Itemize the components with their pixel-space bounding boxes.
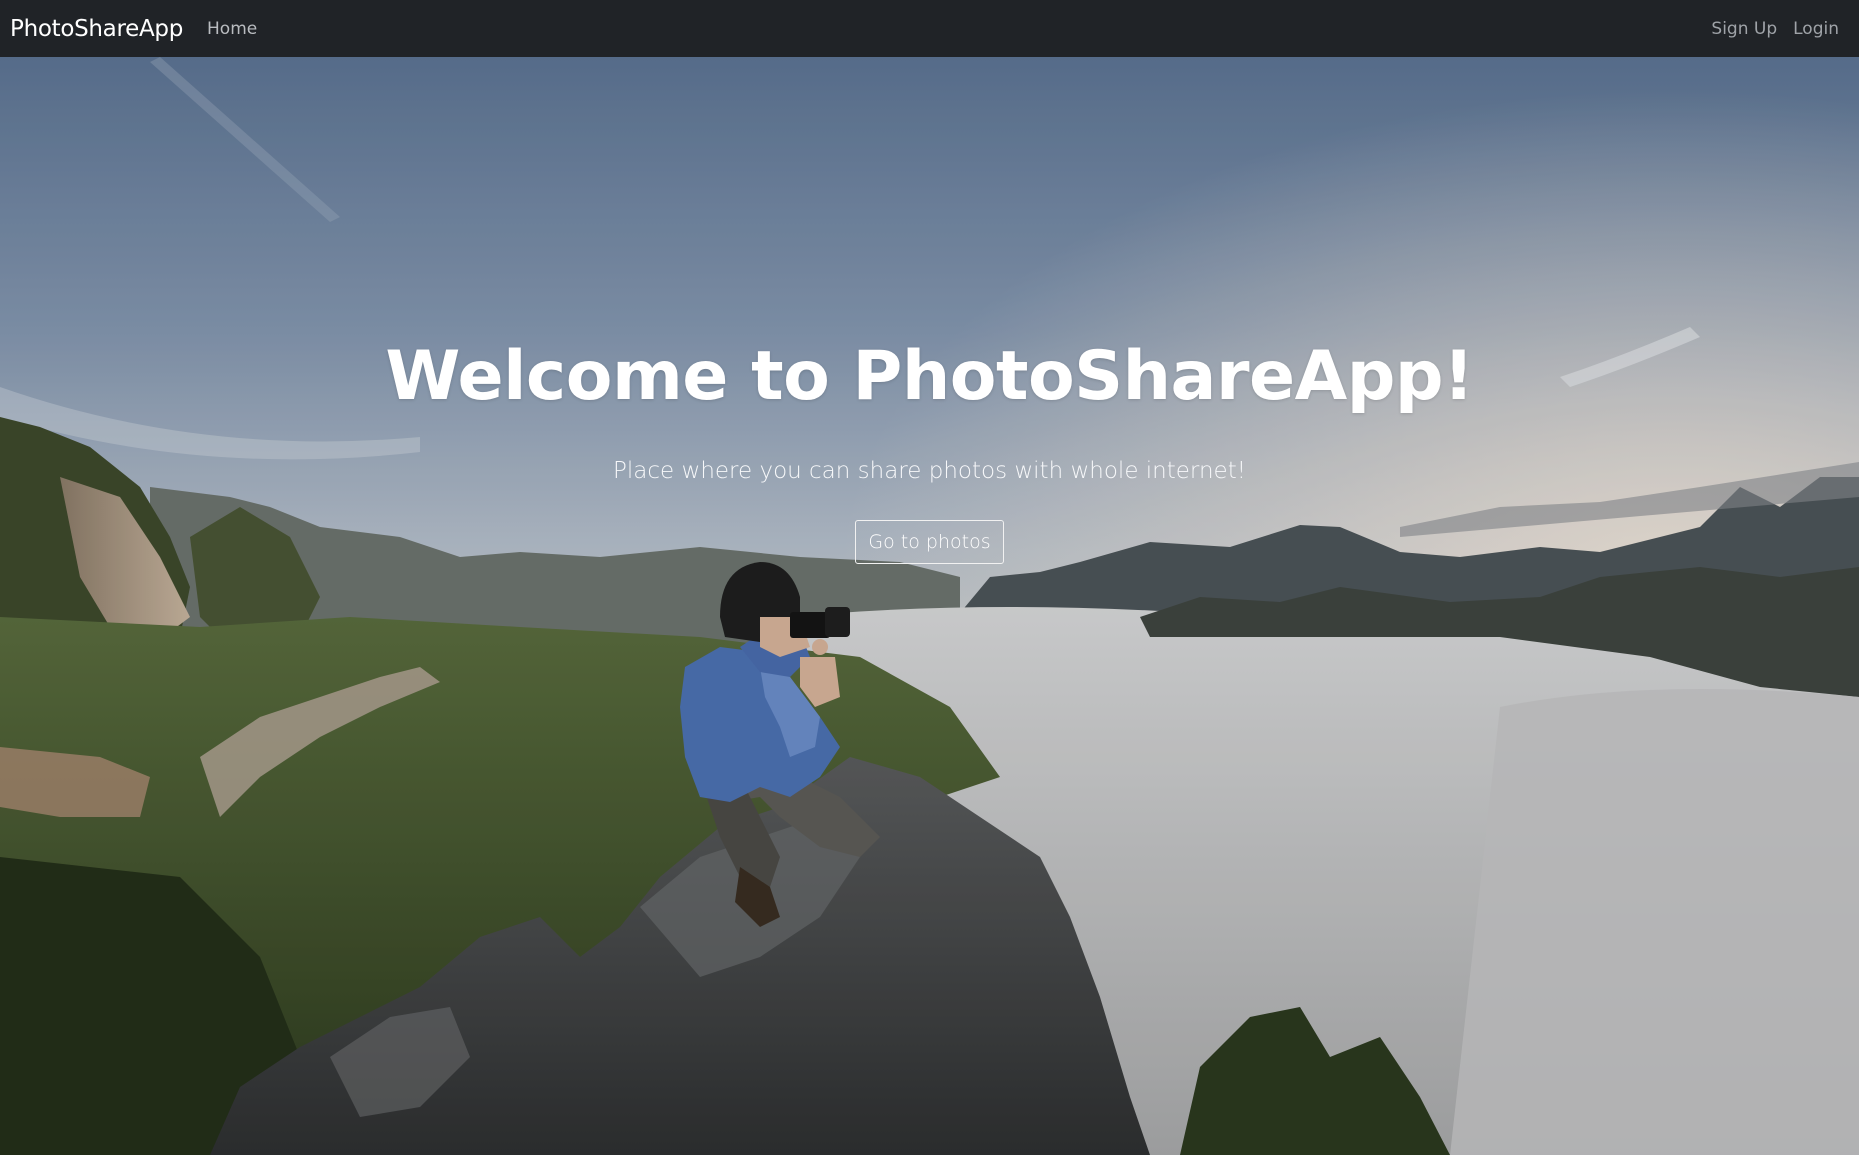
hero-background-image xyxy=(0,57,1859,1155)
nav-signup-link[interactable]: Sign Up xyxy=(1711,19,1777,39)
nav-login-link[interactable]: Login xyxy=(1793,19,1839,39)
go-to-photos-button[interactable]: Go to photos xyxy=(855,520,1004,564)
brand-link[interactable]: PhotoShareApp xyxy=(10,16,183,42)
nav-right-group: Sign Up Login xyxy=(1711,19,1849,39)
page: PhotoShareApp Home Sign Up Login Welcome… xyxy=(0,0,1859,1155)
hero-section: Welcome to PhotoShareApp! Place where yo… xyxy=(0,57,1859,1155)
hero-content: Welcome to PhotoShareApp! Place where yo… xyxy=(0,337,1859,564)
hero-title: Welcome to PhotoShareApp! xyxy=(385,337,1474,416)
hero-subtitle: Place where you can share photos with wh… xyxy=(613,458,1246,484)
top-navbar: PhotoShareApp Home Sign Up Login xyxy=(0,0,1859,57)
nav-home-link[interactable]: Home xyxy=(207,19,257,39)
